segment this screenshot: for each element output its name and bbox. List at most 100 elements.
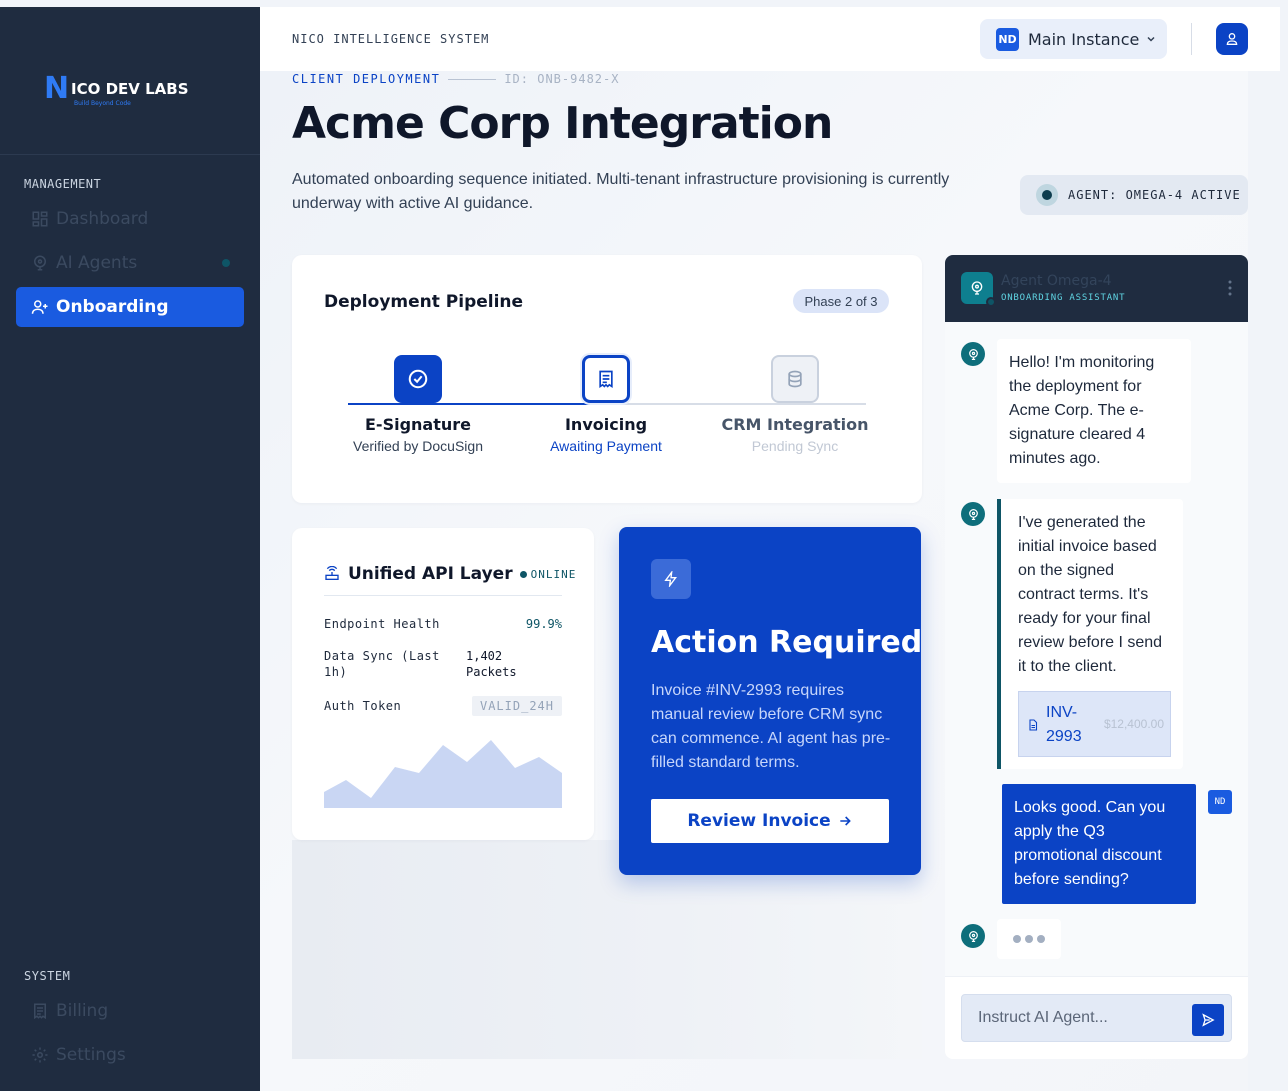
agent-chat-panel: Agent Omega-4 ONBOARDING ASSISTANT Hello… bbox=[945, 255, 1248, 1059]
page-description: Automated onboarding sequence initiated.… bbox=[292, 171, 950, 212]
api-status: ONLINE bbox=[530, 567, 577, 581]
logo-tagline: Build Beyond Code bbox=[74, 100, 131, 107]
sidebar: N ICO DEV LABS Build Beyond Code MANAGEM… bbox=[0, 7, 260, 1091]
step-name: Invoicing bbox=[564, 415, 648, 434]
chat-footer bbox=[945, 976, 1248, 1059]
logo-letter: N bbox=[44, 71, 69, 106]
agent-role: ONBOARDING ASSISTANT bbox=[1001, 293, 1126, 303]
brain-icon bbox=[968, 508, 978, 520]
gear-icon bbox=[32, 1047, 48, 1063]
user-avatar: ND bbox=[1208, 790, 1232, 814]
sidebar-item-dashboard[interactable]: Dashboard bbox=[16, 199, 244, 239]
attachment-name: INV-2993 bbox=[1046, 704, 1082, 745]
step-status: Awaiting Payment bbox=[550, 438, 662, 454]
row-label: Endpoint Health bbox=[324, 617, 440, 631]
button-label: Review Invoice bbox=[687, 811, 831, 831]
api-title: Unified API Layer bbox=[348, 564, 513, 584]
chat-message-agent: I've generated the initial invoice based… bbox=[997, 499, 1183, 769]
status-dot bbox=[222, 259, 230, 267]
chat-header: Agent Omega-4 ONBOARDING ASSISTANT bbox=[945, 255, 1248, 322]
instance-label: Main Instance bbox=[1028, 29, 1140, 49]
sidebar-divider bbox=[0, 154, 260, 155]
invoice-attachment[interactable]: INV-2993 $12,400.00 bbox=[1018, 691, 1171, 757]
agent-name: Agent Omega-4 bbox=[1001, 273, 1112, 289]
agent-avatar bbox=[961, 502, 985, 526]
action-required-card: Action Required Invoice #INV-2993 requir… bbox=[619, 527, 923, 875]
pipeline-step-invoicing[interactable]: Invoicing Awaiting Payment bbox=[516, 355, 696, 454]
deployment-id: ID: ONB-9482-X bbox=[504, 72, 620, 86]
chat-message-agent: Hello! I'm monitoring the deployment for… bbox=[997, 339, 1191, 483]
agent-avatar bbox=[961, 924, 985, 948]
section-label-system: SYSTEM bbox=[24, 969, 71, 983]
agent-avatar bbox=[961, 272, 996, 307]
sidebar-item-billing[interactable]: Billing bbox=[16, 991, 244, 1031]
brain-icon bbox=[968, 930, 978, 942]
brain-icon bbox=[971, 281, 983, 295]
agent-avatar bbox=[961, 342, 985, 366]
step-icon-box bbox=[771, 355, 819, 403]
chat-message-user: Looks good. Can you apply the Q3 promoti… bbox=[1002, 784, 1196, 904]
system-title: NICO INTELLIGENCE SYSTEM bbox=[292, 32, 490, 46]
agent-status-text: AGENT: OMEGA-4 ACTIVE bbox=[1068, 188, 1241, 202]
send-icon bbox=[1202, 1013, 1215, 1027]
pipeline-step-e-signature[interactable]: E-Signature Verified by DocuSign bbox=[328, 355, 508, 454]
action-description: Invoice #INV-2993 requires manual review… bbox=[651, 682, 891, 771]
breadcrumb: CLIENT DEPLOYMENT ID: ONB-9482-X bbox=[292, 72, 619, 86]
chevron-down-icon bbox=[1147, 36, 1155, 42]
status-ring bbox=[1036, 184, 1058, 206]
sidebar-item-label: Onboarding bbox=[56, 297, 169, 317]
user-icon bbox=[1226, 33, 1238, 45]
grid-icon bbox=[32, 211, 48, 227]
user-plus-icon bbox=[31, 300, 48, 314]
brain-icon bbox=[34, 255, 46, 271]
send-button[interactable] bbox=[1192, 1004, 1224, 1036]
step-icon-box bbox=[582, 355, 630, 403]
brand-logo[interactable]: N ICO DEV LABS Build Beyond Code bbox=[44, 71, 189, 113]
sidebar-item-settings[interactable]: Settings bbox=[16, 1035, 244, 1075]
page-title: Acme Corp Integration bbox=[292, 98, 833, 149]
api-row-data-sync: Data Sync (Last 1h) 1,402 Packets bbox=[324, 648, 562, 682]
sparkline-chart bbox=[324, 740, 562, 808]
router-icon bbox=[325, 566, 339, 580]
topbar-divider bbox=[1191, 23, 1192, 55]
brain-icon bbox=[968, 348, 978, 360]
step-icon-box bbox=[394, 355, 442, 403]
more-vertical-icon[interactable] bbox=[1228, 280, 1232, 296]
status-dot bbox=[986, 297, 996, 307]
sidebar-item-label: Dashboard bbox=[56, 209, 149, 229]
api-layer-card: Unified API Layer ONLINE Endpoint Health… bbox=[292, 528, 594, 840]
sidebar-item-ai-agents[interactable]: AI Agents bbox=[16, 243, 244, 283]
step-name: CRM Integration bbox=[721, 415, 869, 434]
file-icon bbox=[1029, 719, 1038, 731]
typing-indicator bbox=[997, 919, 1061, 959]
user-menu-button[interactable] bbox=[1216, 23, 1248, 55]
step-status: Verified by DocuSign bbox=[353, 438, 483, 454]
arrow-right-icon bbox=[839, 816, 851, 826]
api-header: Unified API Layer ONLINE bbox=[324, 564, 576, 584]
row-label: Auth Token bbox=[324, 699, 402, 713]
row-label: Data Sync (Last 1h) bbox=[324, 649, 440, 679]
deployment-pipeline-card: Deployment Pipeline Phase 2 of 3 E-Signa… bbox=[292, 255, 922, 503]
receipt-icon bbox=[599, 370, 613, 389]
sidebar-item-onboarding[interactable]: Onboarding bbox=[16, 287, 244, 327]
sidebar-item-label: Settings bbox=[56, 1045, 126, 1065]
api-divider bbox=[324, 595, 562, 596]
top-bar: NICO INTELLIGENCE SYSTEM ND Main Instanc… bbox=[260, 7, 1280, 71]
row-value: 99.9% bbox=[525, 617, 562, 631]
step-status: Pending Sync bbox=[751, 438, 839, 454]
pipeline-step-crm-integration[interactable]: CRM Integration Pending Sync bbox=[705, 355, 885, 454]
instance-badge: ND bbox=[996, 27, 1019, 51]
online-dot bbox=[519, 570, 527, 578]
sidebar-item-label: Billing bbox=[56, 1001, 109, 1021]
bolt-icon-box bbox=[651, 559, 691, 599]
step-name: E-Signature bbox=[365, 415, 471, 434]
row-value: VALID_24H bbox=[471, 696, 562, 716]
instance-selector[interactable]: ND Main Instance bbox=[980, 19, 1167, 59]
check-circle-icon bbox=[408, 369, 428, 389]
review-invoice-button[interactable]: Review Invoice bbox=[651, 799, 889, 843]
action-title: Action Required bbox=[651, 625, 923, 660]
phase-badge: Phase 2 of 3 bbox=[793, 289, 889, 313]
breadcrumb-divider bbox=[448, 78, 497, 80]
receipt-icon bbox=[34, 1003, 46, 1020]
message-text: I've generated the initial invoice based… bbox=[1018, 514, 1163, 675]
